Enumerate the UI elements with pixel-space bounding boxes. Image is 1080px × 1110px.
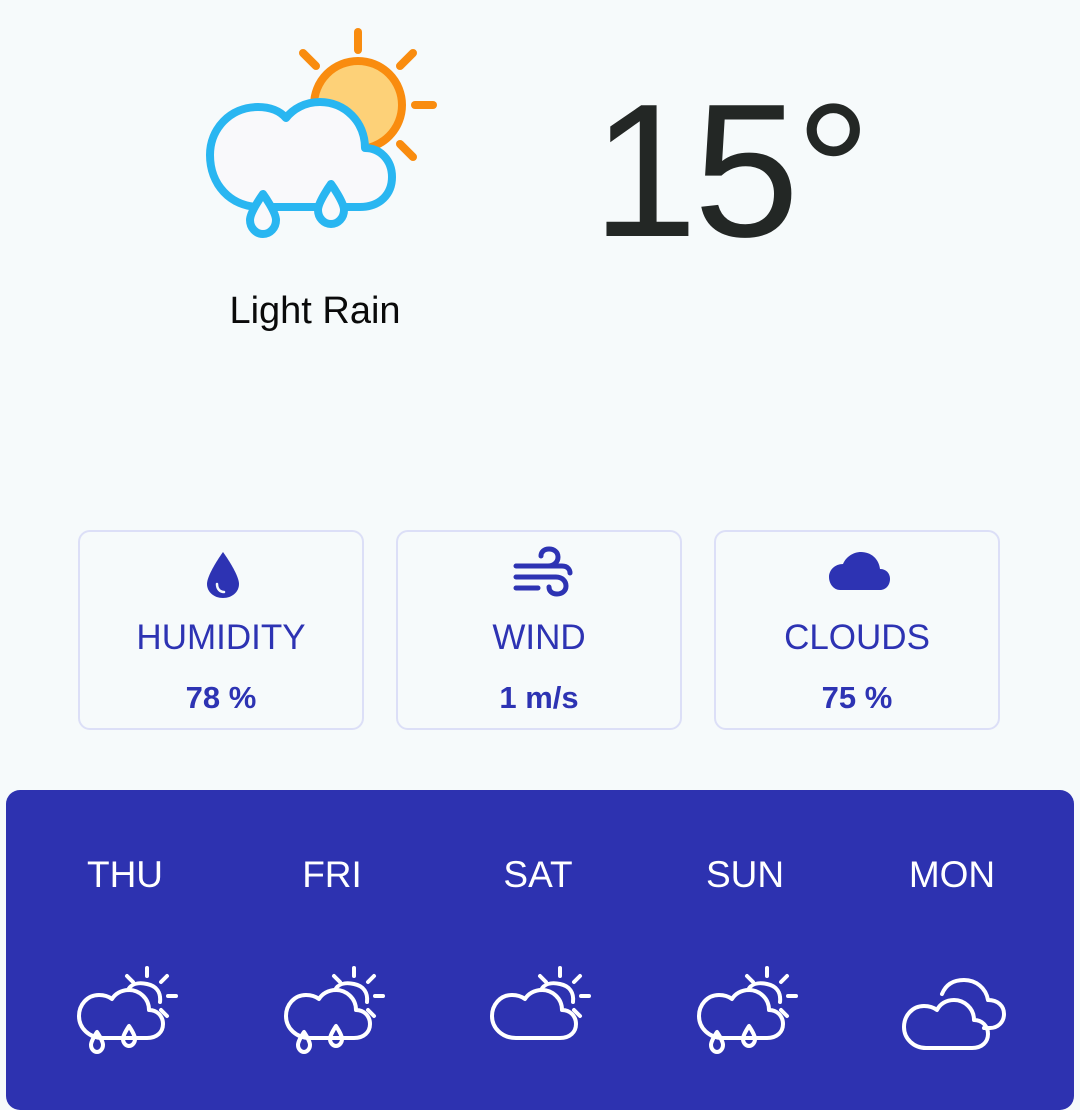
- wind-icon: [513, 546, 573, 597]
- forecast-day[interactable]: FRI: [232, 790, 432, 1090]
- clouds-label: CLOUDS: [784, 618, 930, 657]
- humidity-card: HUMIDITY 78 %: [78, 530, 364, 730]
- weather-condition: Light Rain: [229, 290, 401, 332]
- wind-card: WIND 1 m/s: [396, 530, 682, 730]
- forecast-day-name: FRI: [302, 854, 362, 895]
- weather-stats: HUMIDITY 78 % WIND 1 m/s CLOUDS 75 %: [78, 530, 1002, 732]
- forecast-day[interactable]: THU: [25, 790, 225, 1090]
- wind-value: 1 m/s: [499, 680, 579, 715]
- forecast-day[interactable]: SAT: [438, 790, 638, 1090]
- forecast-day[interactable]: SUN: [645, 790, 845, 1090]
- forecast-day-name: SUN: [705, 854, 785, 895]
- cloud-sun-rain-icon: [284, 966, 385, 1054]
- clouds-value: 75 %: [821, 680, 893, 715]
- cloud-sun-rain-icon: [206, 28, 437, 238]
- clouds-card: CLOUDS 75 %: [714, 530, 1000, 730]
- forecast-day-name: THU: [86, 854, 164, 895]
- current-temperature: 15°: [592, 65, 871, 277]
- forecast-day-name: SAT: [503, 854, 573, 895]
- humidity-label: HUMIDITY: [136, 618, 306, 657]
- cloud-icon: [829, 552, 890, 590]
- wind-label: WIND: [492, 618, 586, 657]
- forecast-day-name: MON: [908, 854, 996, 895]
- cloud-sun-rain-icon: [697, 966, 798, 1054]
- forecast-day[interactable]: MON: [852, 790, 1052, 1090]
- cloud-sun-icon: [490, 966, 591, 1040]
- water-drop-icon: [207, 552, 239, 598]
- humidity-value: 78 %: [185, 680, 257, 715]
- forecast-panel: THU FRI SAT SUN MON: [6, 790, 1074, 1110]
- cloud-sun-rain-icon: [77, 966, 178, 1054]
- cloudy-icon: [902, 978, 1006, 1050]
